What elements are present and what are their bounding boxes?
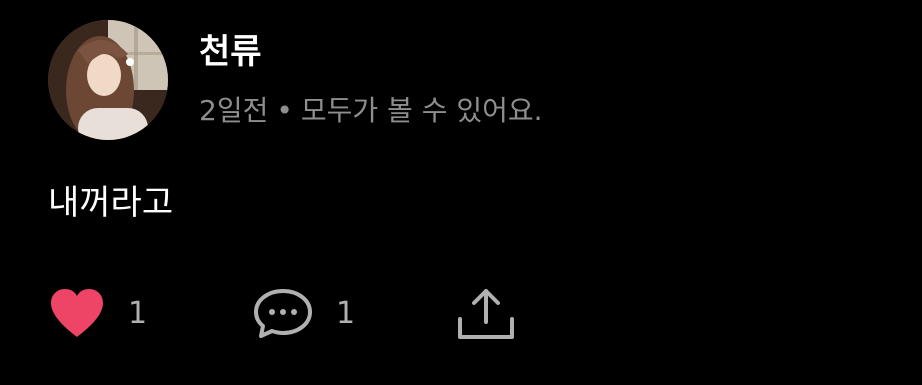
comment-button[interactable]: 1: [252, 280, 355, 346]
action-bar: 1 1: [0, 280, 922, 350]
comment-icon: [254, 289, 312, 338]
avatar-image: [48, 20, 168, 140]
post-card: 천류 2일전 • 모두가 볼 수 있어요. 내꺼라고 1 1: [0, 0, 922, 385]
post-time: 2일전: [199, 94, 269, 127]
meta-separator: •: [276, 94, 293, 127]
heart-icon: [51, 289, 103, 337]
avatar[interactable]: [48, 20, 168, 140]
post-text: 내꺼라고: [48, 183, 174, 223]
like-count: 1: [128, 295, 148, 331]
share-icon: [458, 289, 514, 339]
like-button[interactable]: 1: [48, 280, 147, 346]
author-name[interactable]: 천류: [199, 30, 262, 74]
share-button[interactable]: [455, 280, 517, 346]
post-visibility: 모두가 볼 수 있어요.: [300, 94, 543, 127]
comment-count: 1: [336, 295, 356, 331]
post-meta: 2일전 • 모두가 볼 수 있어요.: [199, 92, 543, 130]
